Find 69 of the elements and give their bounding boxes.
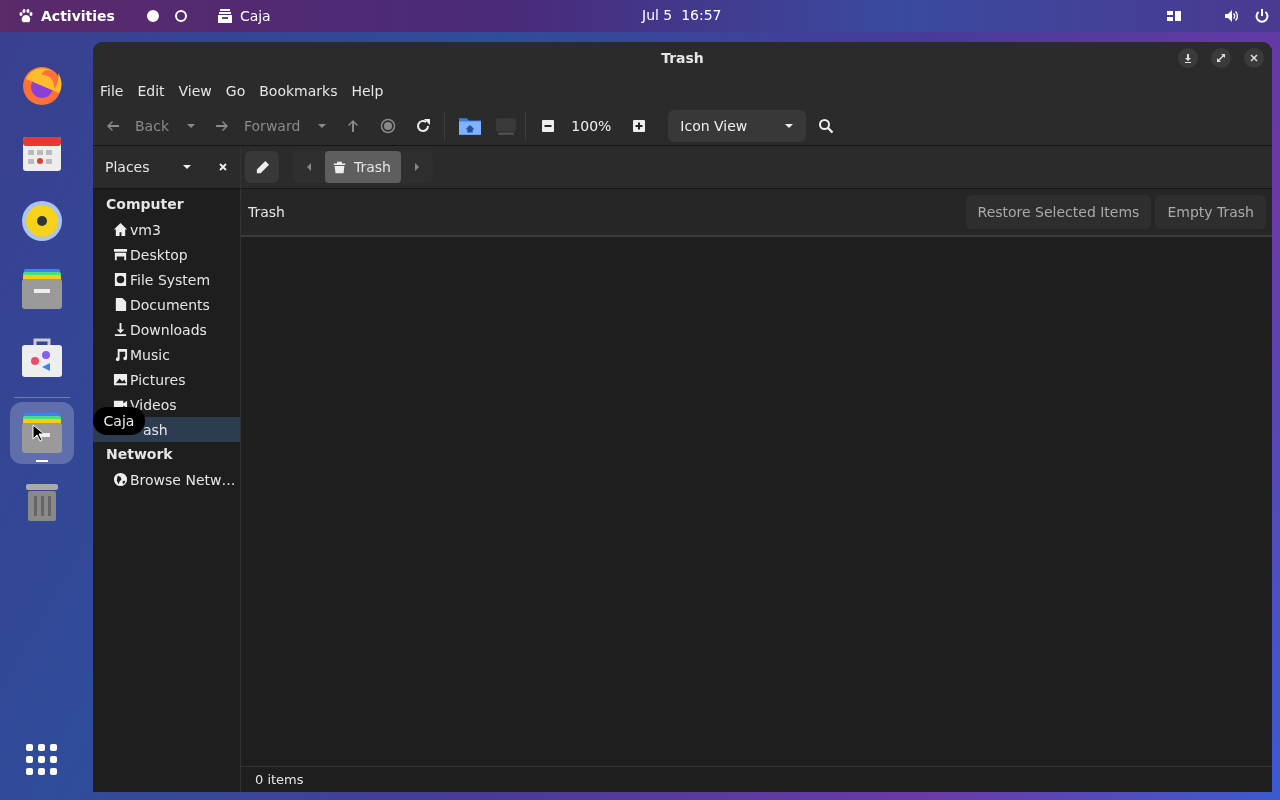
- view-dropdown[interactable]: Icon View: [668, 110, 807, 142]
- back-arrow-icon: [105, 118, 121, 134]
- document-icon: [113, 297, 128, 312]
- close-icon[interactable]: [218, 162, 228, 172]
- home-folder-icon[interactable]: [459, 117, 482, 135]
- drive-icon: [113, 272, 128, 287]
- download-icon: [113, 322, 128, 337]
- zoom-level[interactable]: 100%: [571, 118, 612, 134]
- workspace-indicator[interactable]: [146, 10, 159, 22]
- pencil-icon: [254, 159, 270, 175]
- pictures-icon: [113, 372, 128, 387]
- clock[interactable]: Jul 5 16:57: [642, 7, 722, 23]
- sidebar-item[interactable]: Downloads: [93, 317, 240, 342]
- sidebar-title[interactable]: Places: [105, 159, 156, 175]
- desktop-icon: [113, 247, 128, 262]
- search-icon[interactable]: [818, 118, 835, 134]
- caret-icon: [784, 121, 795, 131]
- activities-button[interactable]: Activities: [0, 8, 127, 24]
- music-icon: [113, 347, 128, 362]
- reload-icon[interactable]: [415, 118, 432, 134]
- download-arrow-icon: [1183, 53, 1193, 63]
- sidebar-item[interactable]: Desktop: [93, 242, 240, 267]
- menu-item[interactable]: Help: [351, 82, 384, 99]
- drawer-icon[interactable]: [20, 411, 64, 455]
- paw-icon: [18, 8, 34, 24]
- menu-item[interactable]: Bookmarks: [259, 82, 338, 99]
- menu-item[interactable]: File: [100, 82, 124, 99]
- expand-icon: [1216, 53, 1226, 63]
- workspace-indicator[interactable]: [174, 10, 187, 22]
- edit-location-button[interactable]: [245, 151, 279, 183]
- caret-icon[interactable]: [182, 162, 192, 172]
- power-icon[interactable]: [1254, 8, 1270, 24]
- speaker-icon[interactable]: [20, 199, 64, 243]
- sidebar-item[interactable]: Browse Netw…: [93, 467, 240, 492]
- status-text: 0 items: [255, 772, 304, 787]
- home-icon: [113, 222, 128, 237]
- drawer-icon[interactable]: [20, 267, 64, 311]
- menu-item[interactable]: Edit: [137, 82, 165, 99]
- drawer-icon: [216, 8, 233, 24]
- sidebar-item[interactable]: Documents: [93, 292, 240, 317]
- sidebar-item[interactable]: File System: [93, 267, 240, 292]
- mouse-cursor-icon: [32, 424, 44, 442]
- volume-icon[interactable]: [1224, 8, 1240, 24]
- section-heading: Network: [105, 445, 174, 464]
- dock-item[interactable]: [10, 402, 74, 464]
- minimize-button[interactable]: [1178, 48, 1198, 68]
- app-menu[interactable]: Caja: [216, 8, 271, 24]
- forward-arrow-icon: [214, 118, 230, 134]
- right-triangle-icon: [412, 162, 422, 172]
- sidebar-item[interactable]: Pictures: [93, 367, 240, 392]
- maximize-button[interactable]: [1211, 48, 1231, 68]
- action-button[interactable]: Empty Trash: [1155, 195, 1266, 229]
- app-grid-icon[interactable]: [26, 744, 58, 776]
- section-heading: Computer: [105, 195, 185, 214]
- menu-item[interactable]: Go: [225, 82, 246, 99]
- trash-icon: [333, 160, 346, 174]
- close-button[interactable]: [1244, 48, 1264, 68]
- sidebar-item[interactable]: vm3: [93, 217, 240, 242]
- zoom-out-icon[interactable]: [540, 118, 557, 134]
- sidebar-item[interactable]: Music: [93, 342, 240, 367]
- menu-item[interactable]: View: [178, 82, 212, 99]
- layout-icon[interactable]: [1166, 8, 1182, 24]
- zoom-in-icon[interactable]: [631, 118, 648, 134]
- info-bar-title: Trash: [248, 204, 286, 220]
- path-button[interactable]: Trash: [325, 151, 401, 183]
- globe-icon: [113, 472, 128, 487]
- action-button[interactable]: Restore Selected Items: [965, 195, 1152, 229]
- window-title: Trash: [661, 50, 704, 66]
- close-icon: [1249, 53, 1259, 63]
